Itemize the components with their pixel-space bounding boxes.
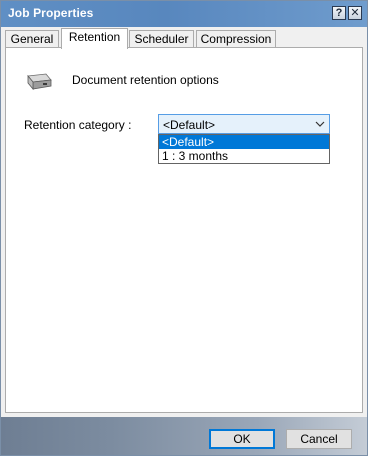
chevron-down-icon[interactable] xyxy=(315,119,325,129)
retention-category-combobox[interactable]: <Default> xyxy=(158,114,330,134)
retention-panel: Document retention options Retention cat… xyxy=(5,47,363,413)
window-title: Job Properties xyxy=(8,6,94,20)
close-button[interactable]: ✕ xyxy=(348,6,362,20)
dropdown-option-3-months[interactable]: 1 : 3 months xyxy=(159,149,329,163)
hard-drive-icon xyxy=(27,73,52,91)
retention-category-label: Retention category : xyxy=(24,118,132,132)
tab-general[interactable]: General xyxy=(5,30,59,48)
combobox-value: <Default> xyxy=(163,118,216,132)
tab-retention[interactable]: Retention xyxy=(61,28,128,49)
retention-category-dropdown: <Default> 1 : 3 months xyxy=(158,134,330,164)
dropdown-option-default[interactable]: <Default> xyxy=(159,135,329,149)
cancel-button[interactable]: Cancel xyxy=(286,429,352,449)
help-button[interactable]: ? xyxy=(332,6,346,20)
ok-button[interactable]: OK xyxy=(209,429,275,449)
section-label: Document retention options xyxy=(72,73,219,87)
tab-compression[interactable]: Compression xyxy=(196,30,276,48)
tab-scheduler[interactable]: Scheduler xyxy=(129,30,194,48)
job-properties-window: Job Properties ? ✕ General Retention Sch… xyxy=(0,0,368,456)
title-bar: Job Properties ? ✕ xyxy=(1,1,367,27)
